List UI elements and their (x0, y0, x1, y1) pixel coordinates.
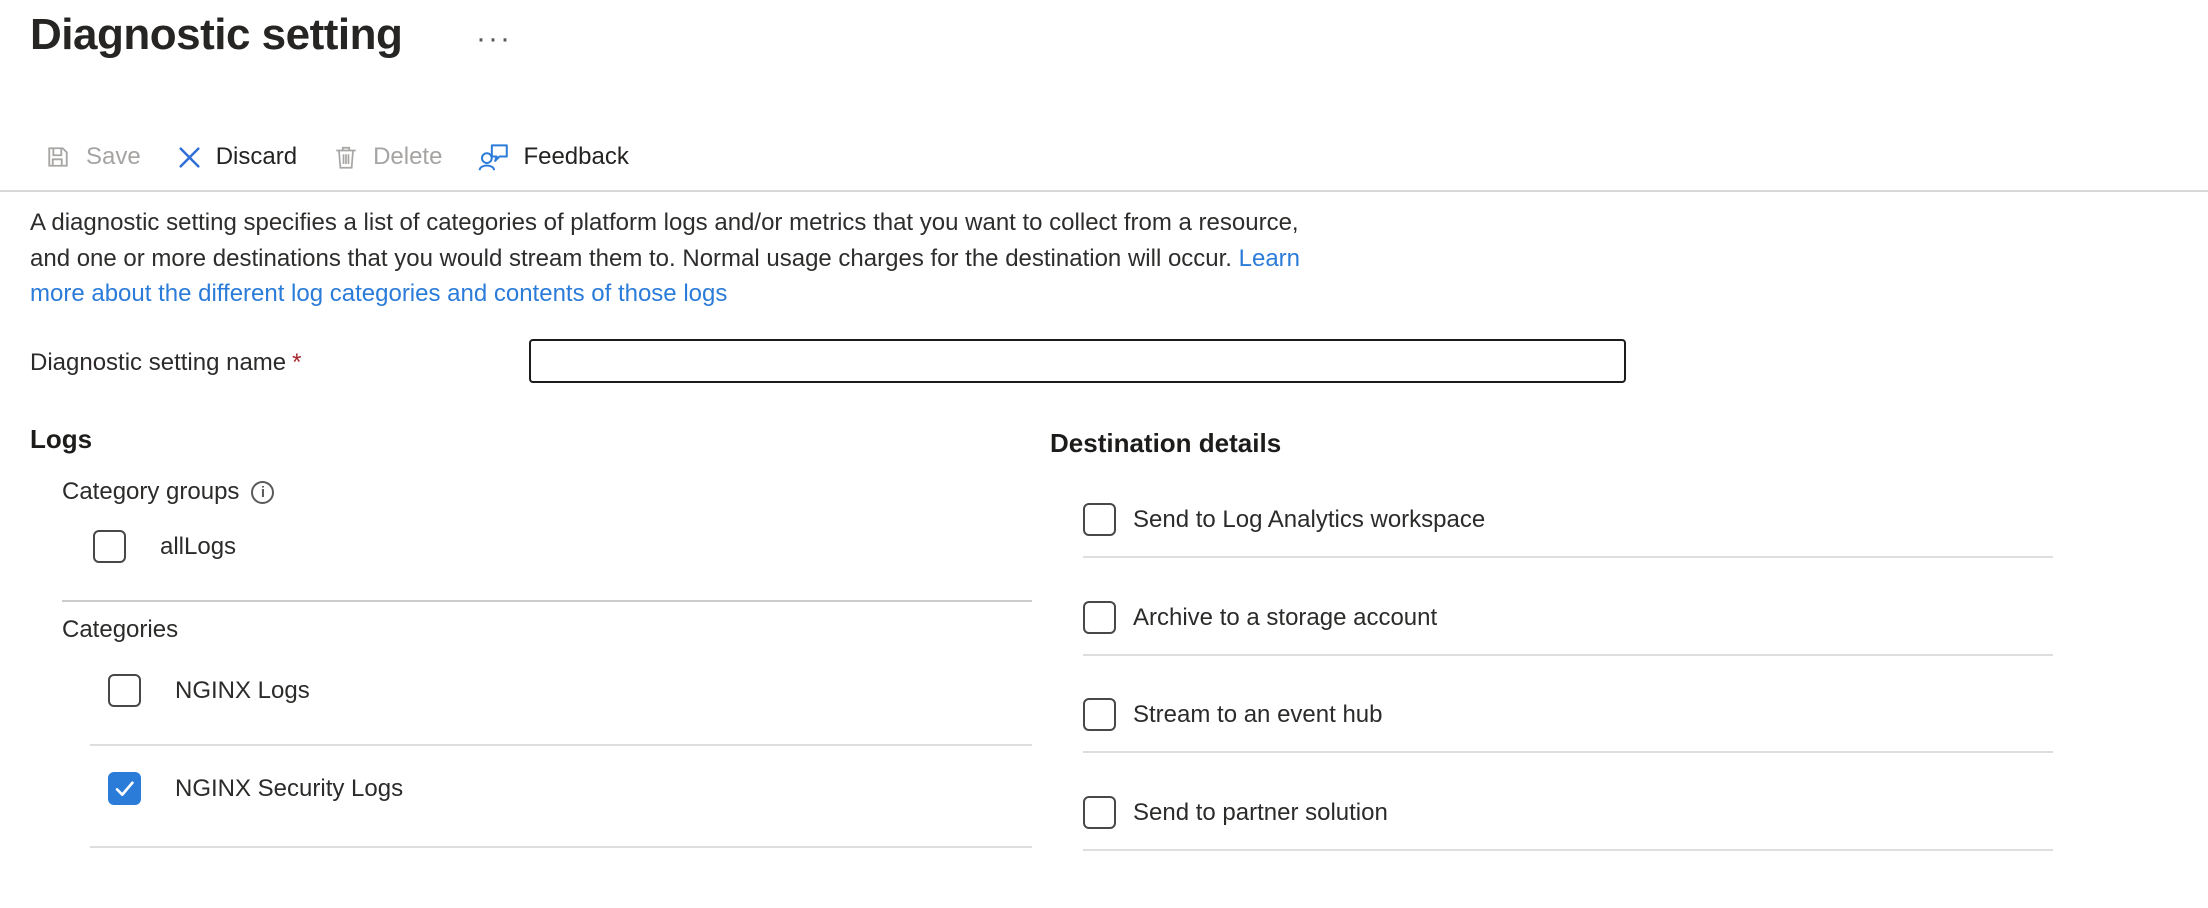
checkbox-row-event-hub[interactable]: Stream to an event hub (1083, 698, 1383, 731)
feedback-button[interactable]: Feedback (478, 142, 628, 172)
logs-section: Logs Category groups i allLogs Categorie… (30, 424, 1040, 884)
logs-heading: Logs (30, 424, 92, 455)
page-title: Diagnostic setting (30, 10, 402, 60)
diagnostic-setting-name-input[interactable] (529, 339, 1626, 383)
save-label: Save (86, 143, 141, 171)
description-text: A diagnostic setting specifies a list of… (30, 205, 1300, 312)
checkbox-row-nginx-logs[interactable]: NGINX Logs (108, 674, 310, 707)
feedback-label: Feedback (523, 143, 628, 171)
logs-divider-3 (90, 846, 1032, 848)
destination-divider-2 (1083, 654, 2053, 656)
log-analytics-label: Send to Log Analytics workspace (1133, 506, 1485, 534)
save-icon (44, 143, 72, 171)
save-button[interactable]: Save (44, 143, 141, 171)
destination-divider-3 (1083, 751, 2053, 753)
feedback-person-icon (478, 142, 509, 172)
checkbox-row-log-analytics[interactable]: Send to Log Analytics workspace (1083, 503, 1485, 536)
checkbox-row-storage-account[interactable]: Archive to a storage account (1083, 601, 1437, 634)
category-groups-label: Category groups i (62, 478, 274, 506)
alllogs-label: allLogs (160, 533, 236, 561)
more-options-button[interactable]: ··· (472, 20, 516, 58)
trash-icon (333, 144, 359, 171)
nginx-security-logs-checkbox[interactable] (108, 772, 141, 805)
ellipsis-icon: ··· (476, 22, 512, 55)
event-hub-label: Stream to an event hub (1133, 701, 1383, 729)
alllogs-checkbox[interactable] (93, 530, 126, 563)
learn-more-link-continued[interactable]: more about the different log categories … (30, 280, 727, 307)
command-bar: Save Discard Delete (44, 134, 629, 180)
discard-label: Discard (216, 143, 297, 171)
diagnostic-setting-name-label: Diagnostic setting name* (30, 349, 301, 377)
storage-account-checkbox[interactable] (1083, 601, 1116, 634)
categories-label: Categories (62, 616, 178, 644)
description-line-1: A diagnostic setting specifies a list of… (30, 205, 1300, 241)
destination-details-heading: Destination details (1050, 428, 1281, 459)
discard-x-icon (177, 145, 202, 170)
checkbox-row-partner-solution[interactable]: Send to partner solution (1083, 796, 1388, 829)
toolbar-divider (0, 190, 2208, 192)
storage-account-label: Archive to a storage account (1133, 604, 1437, 632)
destination-divider-4 (1083, 849, 2053, 851)
logs-divider-2 (90, 744, 1032, 746)
destination-divider-1 (1083, 556, 2053, 558)
delete-button[interactable]: Delete (333, 143, 442, 171)
partner-solution-checkbox[interactable] (1083, 796, 1116, 829)
description-line-3: more about the different log categories … (30, 276, 1300, 312)
checkbox-row-nginx-security-logs[interactable]: NGINX Security Logs (108, 772, 403, 805)
learn-more-link[interactable]: Learn (1239, 245, 1300, 272)
destination-details-section: Destination details Send to Log Analytic… (1050, 424, 2060, 884)
event-hub-checkbox[interactable] (1083, 698, 1116, 731)
delete-label: Delete (373, 143, 442, 171)
diagnostic-setting-page: Diagnostic setting ··· Save Discard (0, 0, 2208, 908)
required-asterisk: * (292, 349, 301, 376)
description-line-2: and one or more destinations that you wo… (30, 241, 1300, 277)
nginx-security-logs-label: NGINX Security Logs (175, 775, 403, 803)
checkbox-row-alllogs[interactable]: allLogs (93, 530, 236, 563)
logs-divider-1 (62, 600, 1032, 602)
discard-button[interactable]: Discard (177, 143, 297, 171)
nginx-logs-checkbox[interactable] (108, 674, 141, 707)
info-icon[interactable]: i (251, 481, 274, 504)
partner-solution-label: Send to partner solution (1133, 799, 1388, 827)
nginx-logs-label: NGINX Logs (175, 677, 310, 705)
log-analytics-checkbox[interactable] (1083, 503, 1116, 536)
